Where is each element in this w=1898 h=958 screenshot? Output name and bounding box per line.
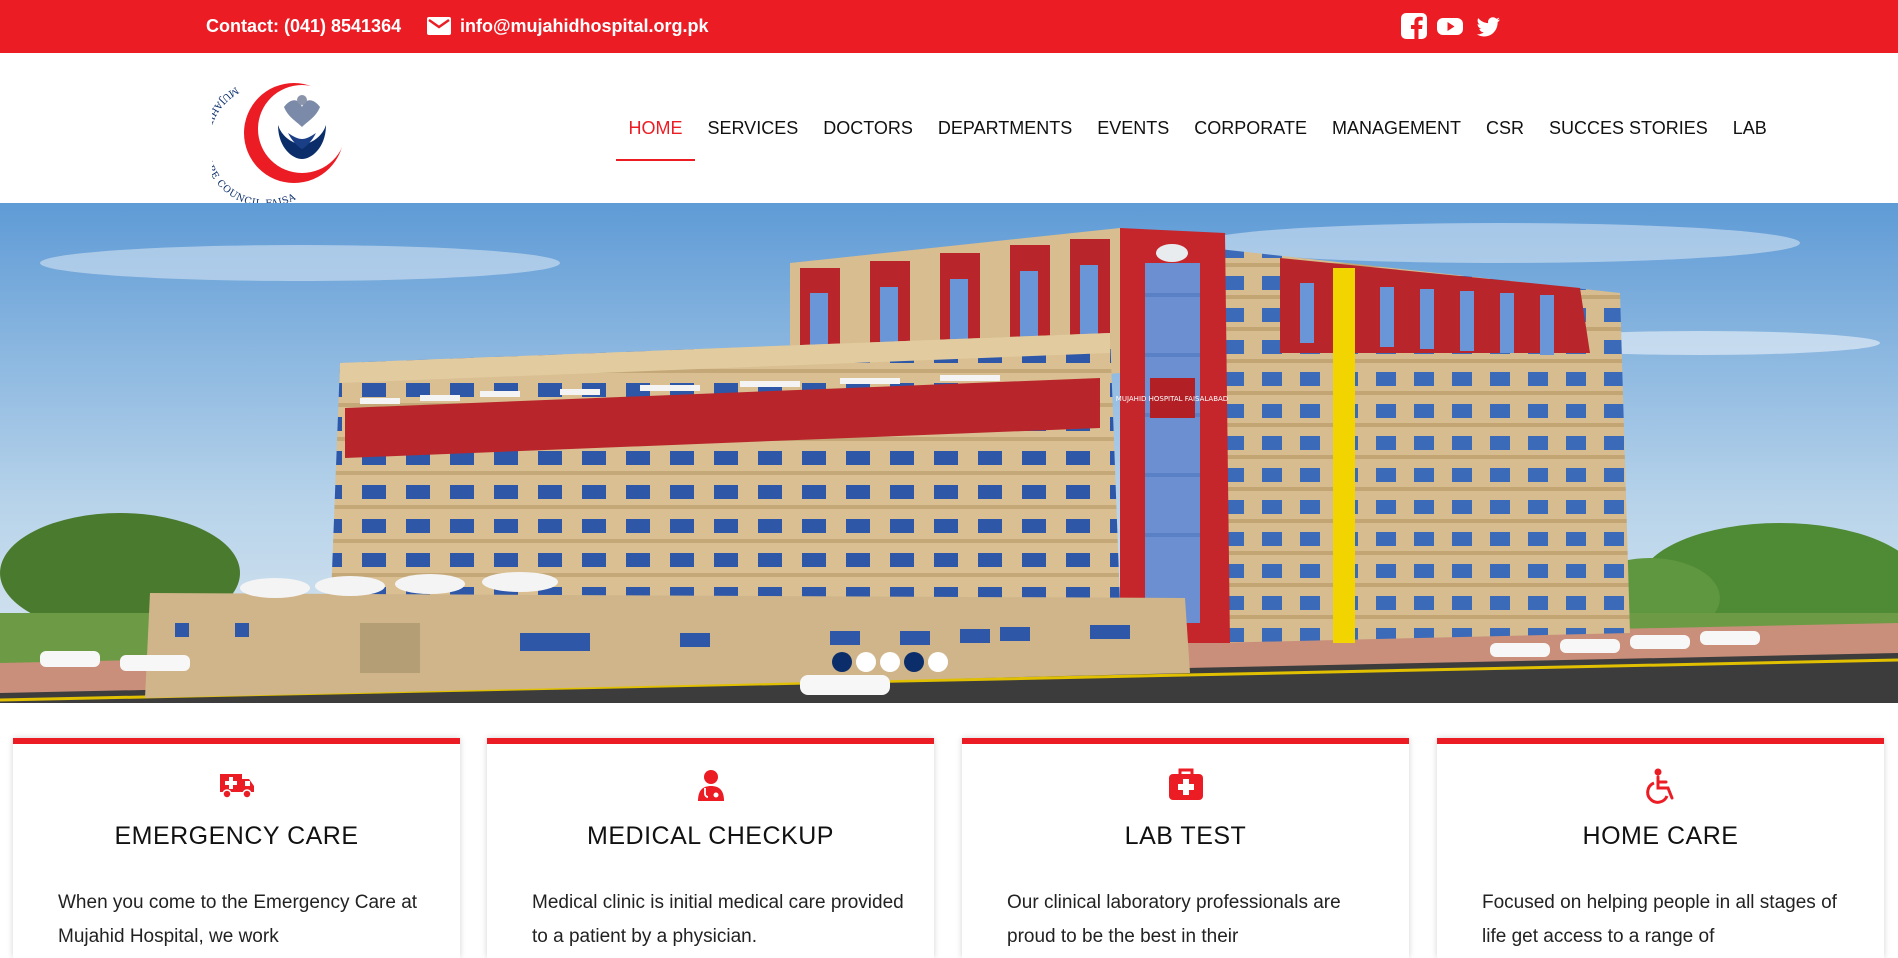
slider-dot-3[interactable] [880, 652, 900, 672]
nav-departments[interactable]: DEPARTMENTS [925, 53, 1084, 203]
nav-csr[interactable]: CSR [1473, 53, 1536, 203]
nav-home[interactable]: HOME [616, 53, 695, 203]
doctor-icon [487, 768, 934, 804]
wheelchair-icon [1437, 768, 1884, 804]
nav-lab[interactable]: LAB [1720, 53, 1779, 203]
medical-kit-icon [962, 768, 1409, 804]
card-title: EMERGENCY CARE [114, 822, 359, 850]
hospital-building-image: MUJAHID HOSPITAL FAISALABAD [0, 203, 1898, 703]
hospital-logo[interactable]: MUJAHID WELFARE COUNCIL FAISALABAD [212, 67, 358, 203]
slider-dots [832, 652, 948, 672]
nav-events[interactable]: EVENTS [1085, 53, 1182, 203]
twitter-icon[interactable] [1474, 12, 1502, 40]
top-bar: Contact: (041) 8541364 info@mujahidhospi… [0, 0, 1898, 53]
nav-services[interactable]: SERVICES [695, 53, 811, 203]
slider-dot-1[interactable] [832, 652, 852, 672]
slider-dot-2[interactable] [856, 652, 876, 672]
slider-dot-4[interactable] [904, 652, 924, 672]
contact-email[interactable]: info@mujahidhospital.org.pk [460, 0, 709, 53]
nav-corporate[interactable]: CORPORATE [1182, 53, 1320, 203]
card-description: When you come to the Emergency Care at M… [58, 892, 418, 947]
nav-success-stories[interactable]: SUCCES STORIES [1537, 53, 1721, 203]
card-title: HOME CARE [1582, 822, 1739, 850]
ambulance-icon [13, 768, 460, 804]
service-card-home-care[interactable]: HOME CARE Focused on helping people in a… [1437, 738, 1884, 958]
service-card-lab-test[interactable]: LAB TEST Our clinical laboratory profess… [962, 738, 1409, 958]
facebook-icon[interactable] [1400, 12, 1428, 40]
card-description: Our clinical laboratory professionals ar… [1007, 892, 1341, 947]
nav-management[interactable]: MANAGEMENT [1319, 53, 1473, 203]
card-description: Medical clinic is initial medical care p… [532, 892, 904, 947]
service-card-emergency[interactable]: EMERGENCY CARE When you come to the Emer… [13, 738, 460, 958]
mail-icon [427, 17, 451, 35]
contact-phone: Contact: (041) 8541364 [206, 16, 402, 36]
hero-slider: MUJAHID HOSPITAL FAISALABAD [0, 203, 1898, 703]
youtube-icon[interactable] [1436, 12, 1464, 40]
card-title: MEDICAL CHECKUP [587, 822, 834, 850]
nav-doctors[interactable]: DOCTORS [811, 53, 926, 203]
service-card-medical-checkup[interactable]: MEDICAL CHECKUP Medical clinic is initia… [487, 738, 934, 958]
slider-dot-5[interactable] [928, 652, 948, 672]
card-title: LAB TEST [1124, 822, 1247, 850]
main-nav: HOME SERVICES DOCTORS DEPARTMENTS EVENTS… [616, 53, 1779, 203]
site-header: MUJAHID WELFARE COUNCIL FAISALABAD HOME … [0, 53, 1898, 203]
card-description: Focused on helping people in all stages … [1482, 892, 1837, 947]
building-sign: MUJAHID HOSPITAL FAISALABAD [1116, 395, 1228, 403]
